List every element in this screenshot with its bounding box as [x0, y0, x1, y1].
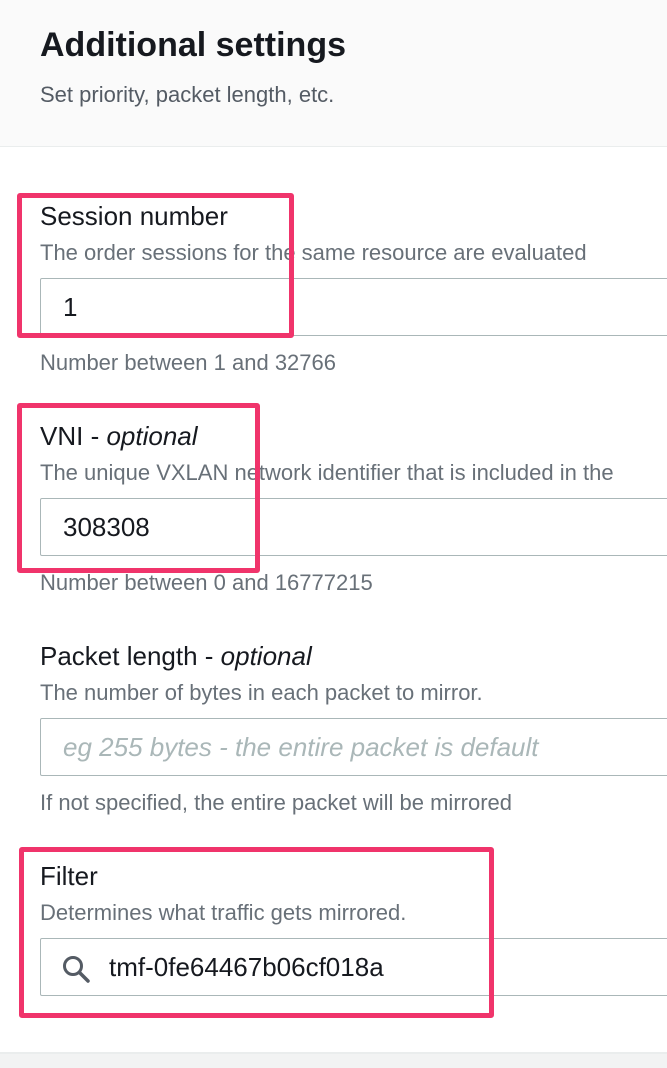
- session-number-label-text: Session number: [40, 201, 228, 231]
- packet-length-description: The number of bytes in each packet to mi…: [40, 680, 483, 705]
- page-footer-strip: [0, 1054, 667, 1068]
- packet-length-label: Packet length - optional: [40, 641, 312, 672]
- session-number-description: The order sessions for the same resource…: [40, 240, 587, 265]
- section-header: Additional settings Set priority, packet…: [0, 0, 667, 147]
- vni-hint: Number between 0 and 16777215: [40, 570, 373, 595]
- vni-input[interactable]: [40, 498, 667, 556]
- filter-label-text: Filter: [40, 861, 98, 891]
- session-number-hint: Number between 1 and 32766: [40, 350, 336, 375]
- filter-value[interactable]: tmf-0fe64467b06cf018a: [109, 939, 384, 995]
- vni-label-text: VNI -: [40, 421, 107, 451]
- packet-length-optional-tag: optional: [220, 641, 312, 671]
- vni-label: VNI - optional: [40, 421, 198, 452]
- vni-optional-tag: optional: [106, 421, 198, 451]
- section-title: Additional settings: [40, 26, 346, 64]
- section-description: Set priority, packet length, etc.: [40, 82, 335, 107]
- packet-length-input[interactable]: [40, 718, 667, 776]
- session-number-input[interactable]: [40, 278, 667, 336]
- session-number-label: Session number: [40, 201, 228, 232]
- vni-description: The unique VXLAN network identifier that…: [40, 460, 614, 485]
- packet-length-label-text: Packet length -: [40, 641, 221, 671]
- filter-label: Filter: [40, 861, 98, 892]
- filter-search-input[interactable]: tmf-0fe64467b06cf018a: [40, 938, 667, 996]
- packet-length-hint: If not specified, the entire packet will…: [40, 790, 513, 815]
- filter-description: Determines what traffic gets mirrored.: [40, 900, 407, 925]
- search-icon: [63, 956, 90, 983]
